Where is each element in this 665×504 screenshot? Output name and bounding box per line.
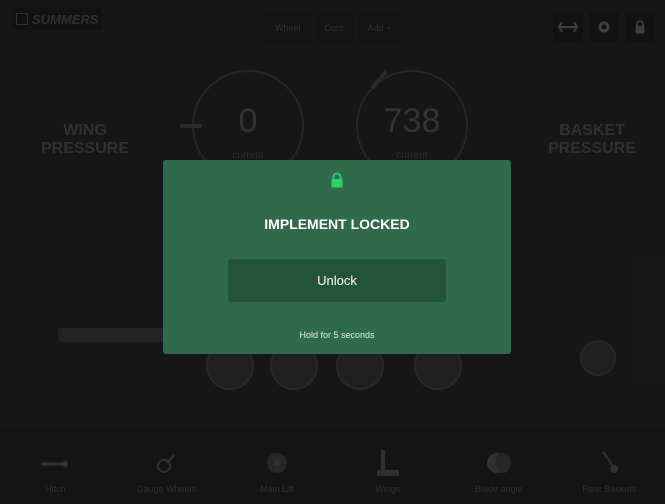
hold-hint: Hold for 5 seconds: [299, 330, 375, 340]
lock-icon: [330, 172, 344, 188]
unlock-button[interactable]: Unlock: [228, 259, 446, 302]
app-screen: SUMMERS Wheel Cont Add + WING PRESSURE BA…: [0, 0, 665, 504]
dialog-title: IMPLEMENT LOCKED: [264, 216, 410, 232]
implement-locked-dialog: IMPLEMENT LOCKED Unlock Hold for 5 secon…: [163, 160, 511, 354]
